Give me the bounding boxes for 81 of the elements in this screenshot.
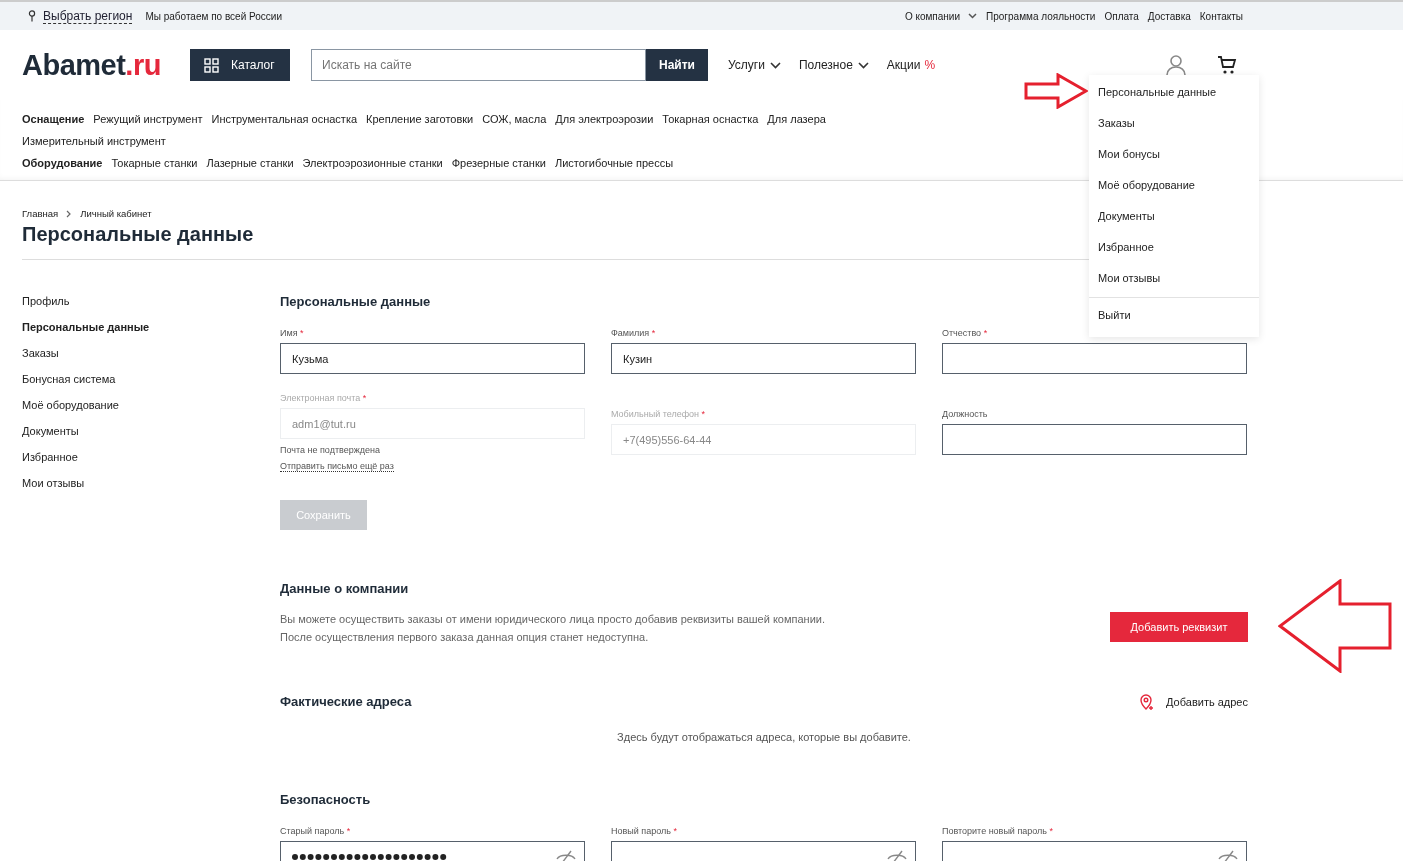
category-link[interactable]: Листогибочные прессы: [554, 152, 674, 174]
sidebar-item[interactable]: Профиль: [22, 294, 280, 309]
menu-item[interactable]: Персональные данные: [1089, 77, 1259, 108]
category-link[interactable]: Инструментальная оснастка: [211, 108, 358, 130]
field-label: Мобильный телефон *: [611, 409, 707, 419]
hide-password-icon[interactable]: [887, 849, 907, 861]
category-link[interactable]: Токарная оснастка: [662, 108, 759, 130]
company-info-text: После осуществления первого заказа данная опция станет недоступна.: [280, 630, 650, 645]
field-label: Фамилия *: [611, 328, 657, 338]
category-link[interactable]: Крепление заготовки: [366, 108, 474, 130]
menu-item[interactable]: Мои отзывы: [1089, 263, 1259, 294]
category-link[interactable]: Лазерные станки: [206, 152, 294, 174]
chevron-right-icon: [66, 209, 73, 218]
field-label: Отчество *: [942, 328, 989, 338]
cart-icon[interactable]: [1217, 55, 1237, 75]
nav-link[interactable]: Услуги: [728, 58, 781, 72]
menu-item[interactable]: Выйти: [1089, 297, 1259, 331]
section-title: Безопасность: [280, 792, 372, 808]
top-link[interactable]: Программа лояльности: [986, 10, 1096, 22]
input-field[interactable]: Кузьма: [280, 343, 585, 374]
catalog-button[interactable]: Каталог: [190, 49, 290, 81]
input-field[interactable]: [942, 343, 1247, 374]
grid-icon: [204, 57, 219, 73]
logo[interactable]: Abamet.ru: [22, 48, 190, 82]
category-link[interactable]: Фрезерные станки: [451, 152, 546, 174]
field-label: Должность: [942, 409, 989, 419]
section-title: Данные о компании: [280, 581, 410, 597]
user-icon[interactable]: [1165, 54, 1187, 76]
category-link[interactable]: Для электроэрозии: [555, 108, 654, 130]
category-heading[interactable]: Оборудование: [22, 152, 103, 174]
hide-password-icon[interactable]: [556, 849, 576, 861]
region-link[interactable]: Выбрать регион: [43, 8, 133, 24]
category-heading[interactable]: Оснащение: [22, 108, 85, 130]
field-label: Имя *: [280, 328, 305, 338]
category-link[interactable]: СОЖ, масла: [482, 108, 547, 130]
section-title: Персональные данные: [280, 294, 432, 310]
nav-link[interactable]: Акции %: [886, 58, 936, 72]
field-label: Старый пароль *: [280, 826, 352, 836]
category-link[interactable]: Токарные станки: [111, 152, 198, 174]
field-label: Новый пароль *: [611, 826, 678, 836]
breadcrumb-link[interactable]: Главная: [22, 208, 59, 219]
annotation-arrow: [1024, 73, 1088, 109]
top-link[interactable]: Оплата: [1104, 10, 1139, 22]
menu-item[interactable]: Моё оборудование: [1089, 170, 1259, 201]
add-address-link[interactable]: Добавить адрес: [1138, 693, 1248, 711]
category-link[interactable]: Электроэрозионные станки: [302, 152, 443, 174]
password-dots-icon: [291, 852, 449, 861]
search-button[interactable]: Найти: [646, 49, 708, 81]
nav-link[interactable]: Полезное: [798, 58, 869, 72]
company-info-text: Вы можете осуществить заказы от имени юридического лица просто добавив реквизиты вашей компании.: [280, 612, 825, 627]
sidebar-item[interactable]: Бонусная система: [22, 372, 280, 387]
add-requisite-button[interactable]: Добавить реквизит: [1110, 612, 1248, 642]
sidebar-item[interactable]: Персональные данные: [22, 320, 280, 335]
chevron-down-icon[interactable]: [769, 61, 781, 69]
menu-item[interactable]: Мои бонусы: [1089, 139, 1259, 170]
input-field[interactable]: [942, 424, 1247, 455]
sidebar-item[interactable]: Документы: [22, 424, 280, 439]
category-link[interactable]: Режущий инструмент: [93, 108, 203, 130]
chevron-down-icon[interactable]: [857, 61, 869, 69]
section-title: Фактические адреса: [280, 694, 412, 710]
empty-state-text: Здесь будут отображаться адреса, которые вы добавите.: [616, 731, 912, 743]
sidebar-item[interactable]: Заказы: [22, 346, 280, 361]
top-link[interactable]: Доставка: [1147, 10, 1191, 22]
field-label: Электронная почта *: [280, 393, 368, 403]
field-label: Повторите новый пароль *: [942, 826, 1055, 836]
location-pin-icon: [28, 10, 36, 22]
search-field[interactable]: Искать на сайте: [311, 49, 646, 81]
email-note: Почта не подтверждена: [280, 445, 381, 455]
tagline: Мы работаем по всей России: [145, 10, 282, 22]
sidebar-item[interactable]: Моё оборудование: [22, 398, 280, 413]
sidebar-item[interactable]: Избранное: [22, 450, 280, 465]
category-link[interactable]: Для лазера: [767, 108, 826, 130]
top-link[interactable]: О компании: [904, 10, 978, 22]
top-link[interactable]: Контакты: [1199, 10, 1243, 22]
chevron-down-icon[interactable]: [968, 13, 978, 19]
menu-item[interactable]: Заказы: [1089, 108, 1259, 139]
category-link[interactable]: Измерительный инструмент: [22, 130, 166, 152]
input-field[interactable]: Кузин: [611, 343, 916, 374]
breadcrumb-link[interactable]: Личный кабинет: [80, 208, 152, 219]
hide-password-icon[interactable]: [1218, 849, 1238, 861]
sidebar-item[interactable]: Мои отзывы: [22, 476, 280, 491]
